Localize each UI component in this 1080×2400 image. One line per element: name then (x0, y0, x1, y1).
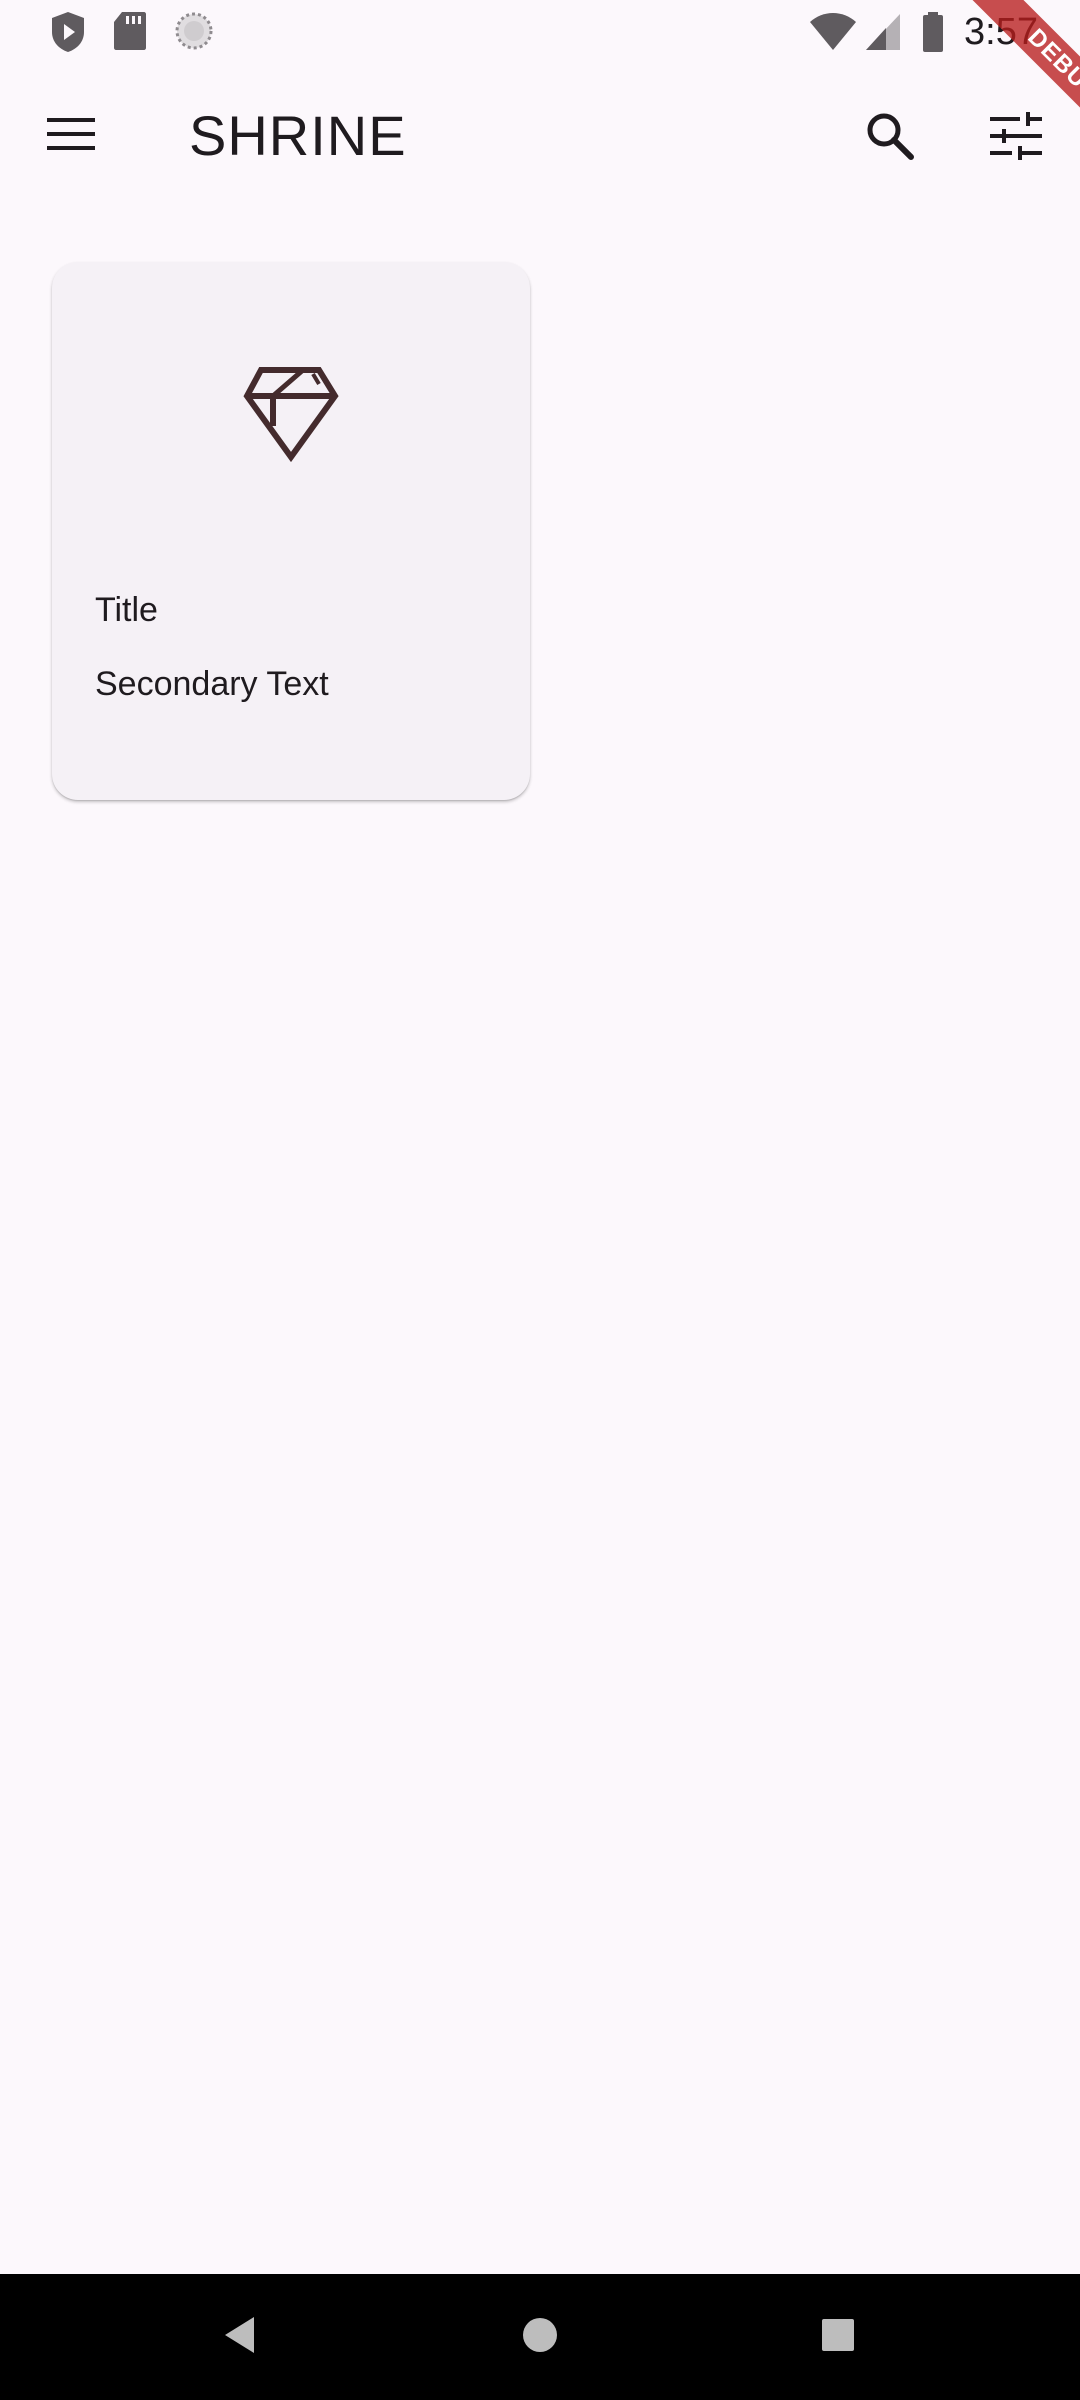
search-button[interactable] (848, 96, 932, 180)
tune-icon (990, 111, 1042, 165)
nav-back-button[interactable] (205, 2302, 275, 2372)
back-icon (222, 2315, 258, 2360)
filter-button[interactable] (974, 96, 1058, 180)
search-icon (864, 110, 916, 167)
nav-recents-button[interactable] (803, 2302, 873, 2372)
nav-home-button[interactable] (505, 2302, 575, 2372)
app-bar: SHRINE (0, 64, 1080, 208)
shield-play-icon (48, 10, 88, 59)
cell-signal-icon (864, 12, 902, 57)
status-time: 3:57 (964, 11, 1038, 53)
app-title: SHRINE (189, 104, 407, 167)
home-icon (521, 2316, 559, 2359)
battery-icon (920, 10, 946, 59)
status-bar: 3:57 (0, 0, 1080, 64)
card-title: Title (95, 591, 158, 629)
wifi-icon (808, 12, 858, 57)
menu-button[interactable] (24, 96, 120, 176)
menu-icon (47, 116, 97, 157)
card-secondary-text: Secondary Text (95, 665, 329, 703)
diamond-icon (241, 362, 341, 463)
recents-icon (821, 2318, 855, 2357)
system-nav-bar (0, 2274, 1080, 2400)
product-card[interactable]: Title Secondary Text (52, 262, 530, 800)
sd-card-icon (112, 10, 148, 57)
loading-icon (174, 10, 214, 57)
